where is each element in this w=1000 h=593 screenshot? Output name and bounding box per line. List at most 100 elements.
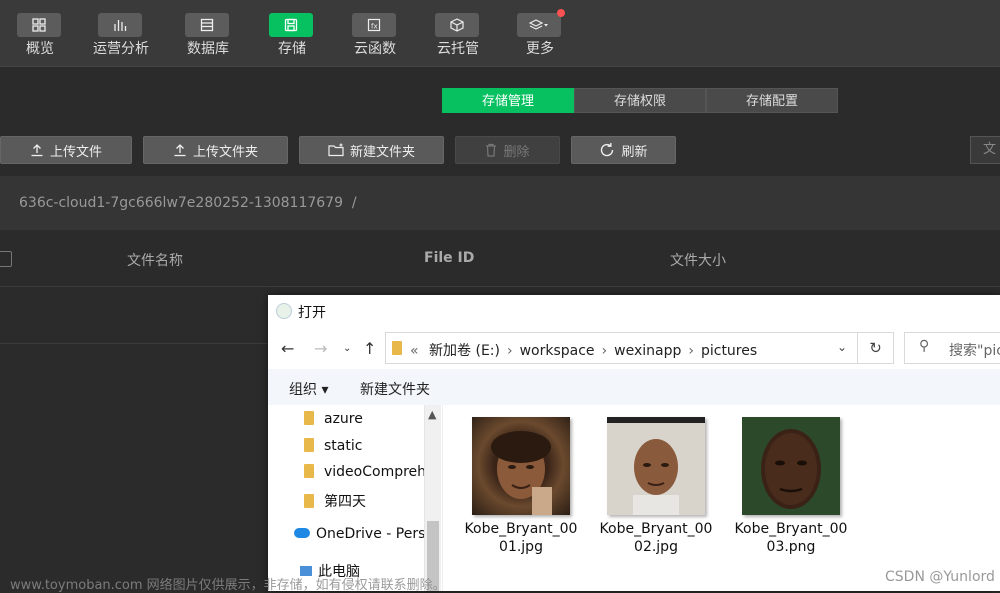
nav-label: 更多: [526, 41, 554, 57]
crumb-pictures[interactable]: pictures: [701, 343, 757, 359]
image-thumbnail: [742, 417, 840, 515]
address-bar[interactable]: « 新加卷 (E:) › workspace › wexinapp › pictures ⌄: [385, 332, 858, 364]
nav-label: 概览: [26, 41, 54, 57]
upload-file-label: 上传文件: [49, 144, 102, 160]
crumb-wexinapp[interactable]: wexinapp: [614, 343, 681, 359]
nav-label: 云函数: [354, 41, 396, 57]
nav-more[interactable]: 更多: [500, 0, 580, 66]
chevron-down-icon[interactable]: ⌄: [837, 340, 847, 354]
nav-cloudhosting[interactable]: 云托管: [418, 0, 498, 66]
address-row: ← → ⌄ ↑ « 新加卷 (E:) › workspace › wexinapp › pi…: [268, 327, 1000, 369]
svg-text:fx: fx: [371, 23, 378, 31]
nav-functions[interactable]: fx 云函数: [335, 0, 415, 66]
file-search-input[interactable]: 文: [970, 136, 1000, 164]
watermark-text: www.toymoban.com 网络图片仅供展示，非存储，如有侵权请联系删除。: [10, 578, 446, 593]
path-breadcrumb: 636c-cloud1-7gc666lw7e280252-1308117679 …: [0, 176, 1000, 230]
dialog-title: 打开: [298, 305, 326, 321]
file-item[interactable]: Kobe_Bryant_00 03.png: [731, 417, 851, 556]
column-file-name[interactable]: 文件名称: [127, 250, 183, 270]
nav-analytics[interactable]: 运营分析: [81, 0, 161, 66]
upload-folder-button[interactable]: 上传文件夹: [143, 136, 288, 164]
open-file-dialog: 打开 ← → ⌄ ↑ « 新加卷 (E:) › workspace › wexinapp…: [268, 295, 1000, 591]
tree-item-static[interactable]: static: [304, 438, 362, 454]
nav-storage[interactable]: 存储: [252, 0, 332, 66]
refresh-button[interactable]: 刷新: [571, 136, 676, 164]
chevron-right-icon[interactable]: ›: [688, 343, 694, 359]
function-icon: fx: [352, 13, 396, 37]
folder-icon: [392, 341, 402, 355]
new-folder-button[interactable]: 新建文件夹: [299, 136, 444, 164]
upload-file-button[interactable]: 上传文件: [0, 136, 132, 164]
delete-button[interactable]: 删除: [455, 136, 560, 164]
file-name: Kobe_Bryant_00: [734, 521, 848, 537]
crumb-drive[interactable]: 新加卷 (E:): [429, 343, 500, 359]
top-nav: 概览 运营分析 数据库 存储 fx 云函数 云托管 更多: [0, 0, 1000, 67]
file-item[interactable]: Kobe_Bryant_00 02.jpg: [596, 417, 716, 556]
file-name-ext: 01.jpg: [499, 539, 543, 555]
database-icon: [185, 13, 229, 37]
scroll-up-icon[interactable]: ▲: [428, 408, 436, 421]
file-list: Kobe_Bryant_00 01.jpg Kobe_Bryant_00 02.…: [442, 405, 1000, 591]
tree-item-azure[interactable]: azure: [304, 411, 363, 427]
tree-item-videocomprehe[interactable]: videoComprehe: [304, 464, 435, 480]
nav-label: 云托管: [437, 41, 479, 57]
layers-icon: [517, 9, 565, 37]
chevron-right-icon[interactable]: ›: [507, 343, 513, 359]
crumb-workspace[interactable]: workspace: [520, 343, 595, 359]
tab-storage-management[interactable]: 存储管理: [442, 88, 574, 113]
chevron-right-icon[interactable]: ›: [602, 343, 608, 359]
tab-storage-config[interactable]: 存储配置: [706, 88, 838, 113]
tab-storage-permissions[interactable]: 存储权限: [574, 88, 706, 113]
tree-item-label: OneDrive - Persc: [316, 526, 434, 542]
file-name-ext: 02.jpg: [634, 539, 678, 555]
save-icon: [269, 13, 313, 37]
folder-icon: [304, 494, 314, 508]
nav-label: 存储: [278, 41, 306, 57]
back-arrow-icon[interactable]: ←: [281, 339, 294, 358]
dialog-command-bar: 组织 ▾ 新建文件夹: [268, 369, 1000, 406]
tree-item-day-four[interactable]: 第四天: [304, 491, 366, 511]
notification-badge: [557, 9, 565, 17]
file-name: Kobe_Bryant_00: [599, 521, 713, 537]
folder-icon: [304, 411, 314, 425]
nav-overview[interactable]: 概览: [0, 0, 80, 66]
search-icon: ⚲: [919, 338, 930, 354]
tree-item-label: azure: [324, 411, 363, 427]
dialog-new-folder-button[interactable]: 新建文件夹: [360, 379, 430, 399]
file-name: Kobe_Bryant_00: [464, 521, 578, 537]
tree-item-onedrive[interactable]: OneDrive - Persc: [294, 526, 433, 542]
storage-tabs: 存储管理 存储权限 存储配置: [442, 88, 838, 113]
address-crumbs: « 新加卷 (E:) › workspace › wexinapp › pictures: [410, 340, 757, 360]
select-all-checkbox[interactable]: [0, 251, 12, 267]
nav-database[interactable]: 数据库: [168, 0, 248, 66]
file-table-header: 文件名称 File ID 文件大小: [0, 232, 1000, 287]
file-item[interactable]: Kobe_Bryant_00 01.jpg: [461, 417, 581, 556]
navigation-scrollbar[interactable]: ▲: [424, 405, 441, 591]
trash-icon: [486, 143, 497, 157]
up-arrow-icon[interactable]: ↑: [363, 339, 376, 358]
tree-item-label: static: [324, 438, 363, 454]
nav-label: 运营分析: [93, 41, 149, 57]
upload-icon: [174, 144, 186, 157]
address-overflow[interactable]: «: [410, 343, 419, 359]
column-file-id[interactable]: File ID: [424, 250, 474, 266]
forward-arrow-icon[interactable]: →: [314, 339, 327, 358]
delete-label: 删除: [503, 144, 530, 160]
column-file-size[interactable]: 文件大小: [670, 250, 726, 270]
navigation-pane: azure static videoComprehe 第四天 OneDrive …: [268, 405, 442, 591]
organize-menu[interactable]: 组织 ▾: [289, 379, 328, 399]
dialog-search-input[interactable]: ⚲ 搜索"pic: [904, 332, 1000, 364]
path-separator: /: [351, 195, 357, 211]
tree-item-label: 第四天: [324, 494, 366, 510]
upload-folder-label: 上传文件夹: [192, 144, 258, 160]
bucket-name[interactable]: 636c-cloud1-7gc666lw7e280252-1308117679: [19, 195, 343, 211]
bar-chart-icon: [98, 13, 142, 37]
refresh-icon[interactable]: ↻: [858, 332, 894, 364]
upload-icon: [31, 144, 43, 157]
search-placeholder: 搜索"pic: [949, 343, 1000, 359]
new-folder-label: 新建文件夹: [349, 144, 415, 160]
grid-icon: [17, 13, 61, 37]
folder-icon: [304, 438, 314, 452]
recent-locations-chevron-icon[interactable]: ⌄: [343, 343, 351, 354]
app-icon: [276, 303, 292, 319]
